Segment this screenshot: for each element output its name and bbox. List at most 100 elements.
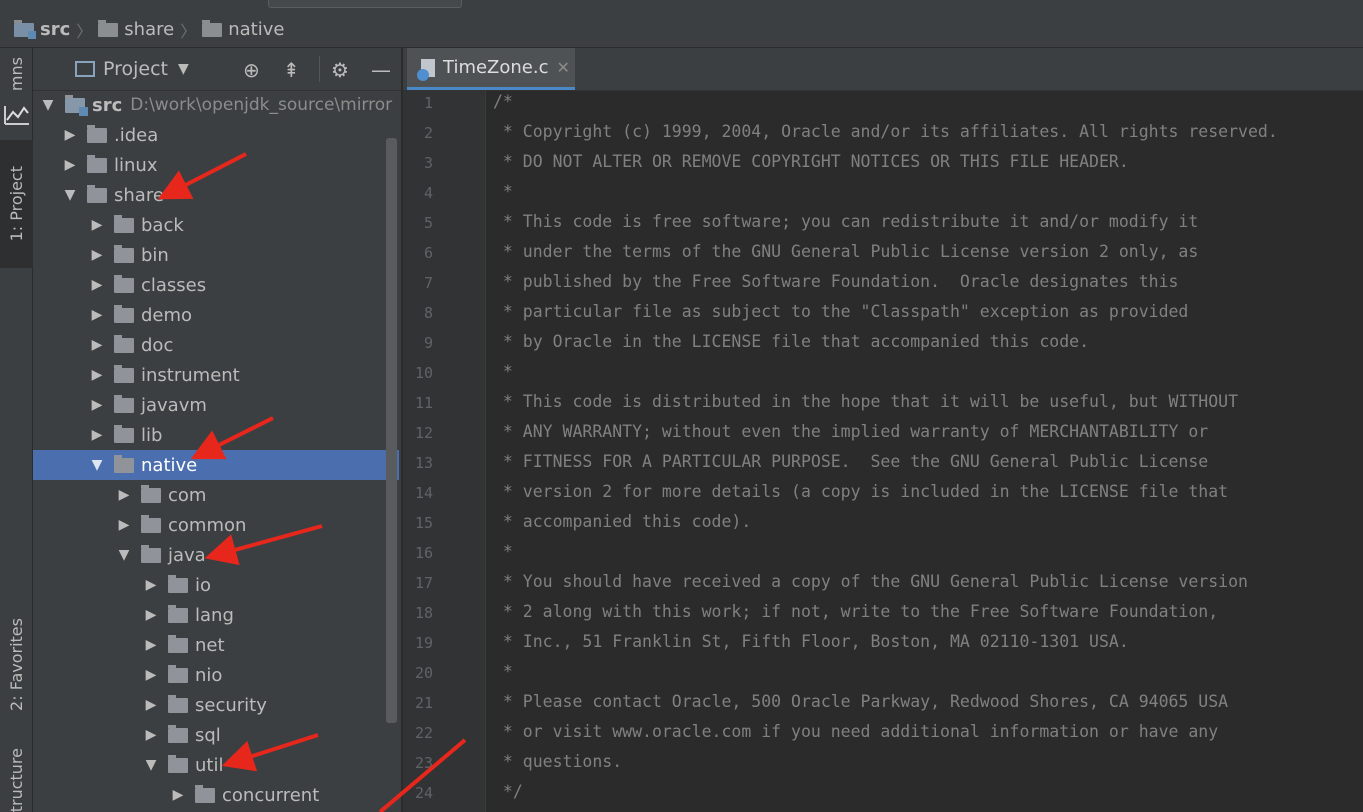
line-number: 7 (423, 274, 433, 292)
tree-row-util[interactable]: ▼ util (33, 750, 399, 780)
collapsed-arrow-icon[interactable]: ▶ (142, 727, 160, 743)
locate-icon[interactable]: ⊕ (243, 58, 260, 82)
code-line[interactable]: * Please contact Oracle, 500 Oracle Park… (493, 692, 1228, 711)
code-line[interactable]: * (493, 362, 513, 381)
tree-row-label: native (141, 454, 198, 476)
expanded-arrow-icon[interactable]: ▼ (88, 457, 106, 473)
folder-icon (98, 19, 119, 37)
code-line[interactable]: /* (493, 92, 513, 111)
minimize-icon[interactable]: — (371, 58, 391, 82)
tool-tab-project[interactable]: 1: Project (0, 140, 33, 268)
tool-tab-mns[interactable]: mns (0, 54, 33, 94)
tree-row-net[interactable]: ▶ net (33, 630, 399, 660)
collapsed-arrow-icon[interactable]: ▶ (88, 277, 106, 293)
close-icon[interactable]: ✕ (557, 58, 570, 77)
tree-row-io[interactable]: ▶ io (33, 570, 399, 600)
code-line[interactable]: * This code is distributed in the hope t… (493, 392, 1238, 411)
code-line[interactable]: * (493, 182, 513, 201)
collapsed-arrow-icon[interactable]: ▶ (115, 517, 133, 533)
collapsed-arrow-icon[interactable]: ▶ (88, 307, 106, 323)
tree-row-lang[interactable]: ▶ lang (33, 600, 399, 630)
tree-row-src[interactable]: ▼ src D:\work\openjdk_source\mirror (33, 90, 399, 120)
tree-row-sql[interactable]: ▶ sql (33, 720, 399, 750)
tree-row-doc[interactable]: ▶ doc (33, 330, 399, 360)
code-line[interactable]: * particular file as subject to the "Cla… (493, 302, 1188, 321)
tree-row-concurrent[interactable]: ▶ concurrent (33, 780, 399, 810)
tree-row-idea[interactable]: ▶ .idea (33, 120, 399, 150)
collapsed-arrow-icon[interactable]: ▶ (142, 697, 160, 713)
collapsed-arrow-icon[interactable]: ▶ (88, 367, 106, 383)
code-line[interactable]: * (493, 662, 513, 681)
collapsed-arrow-icon[interactable]: ▶ (88, 397, 106, 413)
expanded-arrow-icon[interactable]: ▼ (142, 757, 160, 773)
editor-tab-timezone[interactable]: TimeZone.c ✕ (407, 48, 575, 90)
collapse-all-icon[interactable]: ⇞ (283, 58, 300, 82)
collapsed-arrow-icon[interactable]: ▶ (88, 247, 106, 263)
breadcrumb-share[interactable]: share (98, 19, 174, 40)
tree-row-back[interactable]: ▶ back (33, 210, 399, 240)
collapsed-arrow-icon[interactable]: ▶ (61, 157, 79, 173)
collapsed-arrow-icon[interactable]: ▶ (142, 667, 160, 683)
collapsed-arrow-icon[interactable]: ▶ (88, 427, 106, 443)
collapsed-arrow-icon[interactable]: ▶ (142, 607, 160, 623)
tree-row-lib[interactable]: ▶ lib (33, 420, 399, 450)
collapsed-arrow-icon[interactable]: ▶ (61, 127, 79, 143)
collapsed-arrow-icon[interactable]: ▶ (169, 787, 187, 803)
collapsed-arrow-icon[interactable]: ▶ (142, 637, 160, 653)
code-line[interactable]: * version 2 for more details (a copy is … (493, 482, 1228, 501)
code-line[interactable]: * under the terms of the GNU General Pub… (493, 242, 1198, 261)
code-line[interactable]: * questions. (493, 752, 622, 771)
tree-scrollbar[interactable] (386, 138, 397, 723)
code-line[interactable]: * DO NOT ALTER OR REMOVE COPYRIGHT NOTIC… (493, 152, 1129, 171)
collapsed-arrow-icon[interactable]: ▶ (88, 337, 106, 353)
line-number: 3 (423, 154, 433, 172)
toolbar-input[interactable] (268, 0, 462, 8)
code-area[interactable]: 1 /* 2 * Copyright (c) 1999, 2004, Oracle … (403, 90, 1363, 812)
code-line[interactable]: * by Oracle in the LICENSE file that acc… (493, 332, 1089, 351)
tree-row-label: demo (141, 304, 193, 326)
code-line[interactable]: * This code is free software; you can re… (493, 212, 1198, 231)
tool-tab-favorites[interactable]: 2: Favorites (0, 600, 33, 728)
folder-icon (114, 394, 134, 413)
tree-row-nio[interactable]: ▶ nio (33, 660, 399, 690)
code-line[interactable]: * Inc., 51 Franklin St, Fifth Floor, Bos… (493, 632, 1129, 651)
collapsed-arrow-icon[interactable]: ▶ (142, 577, 160, 593)
tree-row-javavm[interactable]: ▶ javavm (33, 390, 399, 420)
collapsed-arrow-icon[interactable]: ▶ (115, 487, 133, 503)
code-line[interactable]: * published by the Free Software Foundat… (493, 272, 1179, 291)
code-line[interactable]: */ (493, 782, 523, 801)
chart-icon[interactable] (0, 100, 33, 130)
chevron-down-icon[interactable]: ▼ (178, 61, 189, 77)
tree-row-instrument[interactable]: ▶ instrument (33, 360, 399, 390)
tree-row-security[interactable]: ▶ security (33, 690, 399, 720)
tree-row-bin[interactable]: ▶ bin (33, 240, 399, 270)
collapsed-arrow-icon[interactable]: ▶ (88, 217, 106, 233)
code-line[interactable]: * FITNESS FOR A PARTICULAR PURPOSE. See … (493, 452, 1208, 471)
tree-row-linux[interactable]: ▶ linux (33, 150, 399, 180)
project-panel-title[interactable]: Project (103, 58, 168, 80)
chevron-right-icon: 〉 (76, 21, 93, 41)
breadcrumb-src[interactable]: src (14, 19, 70, 40)
code-line[interactable]: * ANY WARRANTY; without even the implied… (493, 422, 1208, 441)
code-line[interactable]: * 2 along with this work; if not, write … (493, 602, 1218, 621)
tree-row-java[interactable]: ▼ java (33, 540, 399, 570)
line-number: 18 (414, 604, 433, 622)
tree-row-demo[interactable]: ▶ demo (33, 300, 399, 330)
line-number: 14 (414, 484, 433, 502)
expanded-arrow-icon[interactable]: ▼ (61, 187, 79, 203)
tree-row-share[interactable]: ▼ share (33, 180, 399, 210)
tree-row-common[interactable]: ▶ common (33, 510, 399, 540)
breadcrumb-native[interactable]: native (202, 19, 284, 40)
tree-row-classes[interactable]: ▶ classes (33, 270, 399, 300)
code-line[interactable]: * (493, 542, 513, 561)
expanded-arrow-icon[interactable]: ▼ (115, 547, 133, 563)
gear-icon[interactable]: ⚙ (331, 58, 349, 82)
tree-row-native[interactable]: ▼ native (33, 450, 399, 480)
code-line[interactable]: * You should have received a copy of the… (493, 572, 1248, 591)
tree-row-com[interactable]: ▶ com (33, 480, 399, 510)
tool-tab-structure[interactable]: tructure (0, 748, 33, 812)
code-line[interactable]: * Copyright (c) 1999, 2004, Oracle and/o… (493, 122, 1278, 141)
code-line[interactable]: * or visit www.oracle.com if you need ad… (493, 722, 1218, 741)
code-line[interactable]: * accompanied this code). (493, 512, 751, 531)
expanded-arrow-icon[interactable]: ▼ (39, 97, 57, 113)
